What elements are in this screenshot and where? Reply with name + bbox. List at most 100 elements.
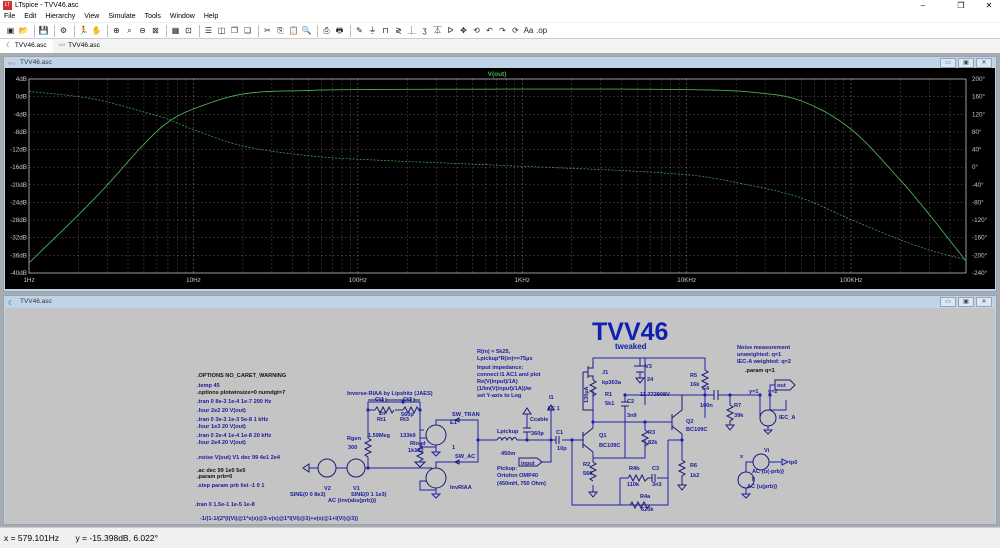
toolbar-separator bbox=[166, 24, 167, 37]
menu-window[interactable]: Window bbox=[170, 11, 195, 22]
spice-directive-icon[interactable]: .op bbox=[536, 25, 547, 37]
zoom-in-icon[interactable]: ⊕ bbox=[111, 25, 122, 37]
label-c3v: 3n3 bbox=[652, 482, 662, 488]
autorange-icon[interactable]: ▦ bbox=[170, 25, 181, 37]
capacitor-icon[interactable]: ⏊ bbox=[406, 25, 417, 37]
component-icon[interactable]: ᐅ bbox=[445, 25, 456, 37]
cut-icon[interactable]: ✂ bbox=[262, 25, 273, 37]
text-icon[interactable]: Aa bbox=[523, 25, 534, 37]
spice-directive[interactable]: .OPTIONS NO_CARET_WARNING bbox=[197, 373, 286, 379]
label-r4bv: 110k bbox=[627, 482, 640, 488]
move-icon[interactable]: ✥ bbox=[458, 25, 469, 37]
label-r1: R1 bbox=[605, 392, 612, 398]
schematic-canvas[interactable]: .OPTIONS NO_CARET_WARNING .temp 45.option… bbox=[5, 308, 995, 524]
plot-maximize-button[interactable]: ▣ bbox=[958, 58, 974, 68]
menu-simulate[interactable]: Simulate bbox=[108, 11, 135, 22]
y2-tick-label: 160° bbox=[972, 93, 986, 101]
trace-label-vout[interactable]: V(out) bbox=[488, 71, 507, 78]
paste-icon[interactable]: 📋 bbox=[288, 25, 299, 37]
cascade-icon[interactable]: ❐ bbox=[229, 25, 240, 37]
document-tabs: ☾ TVV46.asc 〰 TVV46.asc bbox=[0, 39, 1000, 53]
tab-label: TVV46.asc bbox=[14, 42, 47, 49]
halt-icon[interactable]: ✋ bbox=[91, 25, 102, 37]
spice-directive[interactable]: .noise V(out) V1 dec 99 4e1 2e4 bbox=[197, 455, 281, 461]
spice-directive[interactable]: .tran 0 3e-3 1e-3 5e-8 1 kHz bbox=[197, 417, 268, 423]
label-e1g: 1 bbox=[452, 445, 455, 451]
label-rgen: Rgen bbox=[347, 436, 362, 442]
menu-edit[interactable]: Edit bbox=[24, 11, 36, 22]
close-all-icon[interactable]: ❏ bbox=[242, 25, 253, 37]
ground-icon[interactable]: ⏚ bbox=[367, 25, 378, 37]
schematic-maximize-button[interactable]: ▣ bbox=[958, 297, 974, 307]
schematic-close-button[interactable]: ✕ bbox=[976, 297, 992, 307]
spice-directive[interactable]: .tran 0 2e-4 1e-4 1e-8 20 kHz bbox=[197, 433, 272, 439]
y-tick-label: 4dB bbox=[16, 76, 27, 83]
label-ccable: Ccable bbox=[530, 417, 548, 423]
menu-help[interactable]: Help bbox=[204, 11, 218, 22]
schematic-window-titlebar[interactable]: ☾ TVV46.asc ▭ ▣ ✕ bbox=[4, 296, 996, 308]
spice-directive[interactable]: .param prb=0 bbox=[197, 474, 232, 480]
schematic-icon: ☾ bbox=[6, 42, 12, 49]
spice-directive[interactable]: .tran 0 1.5e-1 1e-5 1e-8 bbox=[195, 502, 255, 508]
y-tick-label: -24dB bbox=[10, 199, 27, 206]
zoom-fit-icon[interactable]: ⊠ bbox=[150, 25, 161, 37]
menu-file[interactable]: File bbox=[4, 11, 15, 22]
wire-icon[interactable]: ✎ bbox=[354, 25, 365, 37]
plot-minimize-button[interactable]: ▭ bbox=[940, 58, 956, 68]
save-icon[interactable]: 💾 bbox=[38, 25, 49, 37]
run-icon[interactable]: 🏃 bbox=[78, 25, 89, 37]
y2-tick-label: 120° bbox=[972, 110, 986, 118]
undo-icon[interactable]: ↶ bbox=[484, 25, 495, 37]
menu-tools[interactable]: Tools bbox=[145, 11, 161, 22]
open-icon[interactable]: 📂 bbox=[18, 25, 29, 37]
print-setup-icon[interactable]: ⎙ bbox=[321, 25, 332, 37]
spice-directive[interactable]: .four 2e2 20 V(out) bbox=[197, 408, 246, 414]
label-r3: R3 bbox=[648, 430, 655, 436]
fft-icon[interactable]: ⊡ bbox=[183, 25, 194, 37]
maximize-button[interactable]: ❐ bbox=[950, 0, 972, 11]
new-schematic-icon[interactable]: ▣ bbox=[5, 25, 16, 37]
control-panel-icon[interactable]: ⚙ bbox=[58, 25, 69, 37]
spice-directive[interactable]: .tran 0 8e-3 1e-4 1e-7 200 Hz bbox=[197, 399, 272, 405]
toolbar-separator bbox=[350, 24, 351, 37]
tile-vertical-icon[interactable]: ◫ bbox=[216, 25, 227, 37]
label-net-icon[interactable]: ⊓ bbox=[380, 25, 391, 37]
ltspice-app-icon: LT bbox=[3, 1, 12, 10]
redo-icon[interactable]: ↷ bbox=[497, 25, 508, 37]
diode-icon[interactable]: ⏄ bbox=[432, 25, 443, 37]
label-note3: Input impedance: bbox=[477, 365, 523, 371]
spice-directive[interactable]: .step param prb list -1 0 1 bbox=[197, 483, 264, 489]
pan-icon[interactable]: ⌕ bbox=[124, 25, 135, 37]
print-icon[interactable]: 🖶 bbox=[334, 25, 345, 37]
label-r4av: 620k bbox=[641, 507, 654, 513]
spice-directive[interactable]: .four 1e3 20 V(out) bbox=[197, 424, 246, 430]
close-button[interactable]: ✕ bbox=[978, 0, 1000, 11]
copy-icon[interactable]: ⎘ bbox=[275, 25, 286, 37]
menu-hierarchy[interactable]: Hierarchy bbox=[45, 11, 75, 22]
waveform-plot[interactable]: 4dB 200° 0dB 160° -4dB 120° -8dB 80° -12dB 40° -16… bbox=[5, 68, 995, 289]
tab-1[interactable]: 〰 TVV46.asc bbox=[53, 39, 106, 53]
spice-directive[interactable]: .temp 45 bbox=[197, 383, 220, 389]
tab-0[interactable]: ☾ TVV46.asc bbox=[0, 39, 53, 53]
inductor-icon[interactable]: ʒ bbox=[419, 25, 430, 37]
y2-tick-label: 80° bbox=[972, 128, 982, 136]
menu-view[interactable]: View bbox=[84, 11, 99, 22]
label-r7v: 39k bbox=[734, 413, 744, 419]
schematic-minimize-button[interactable]: ▭ bbox=[940, 297, 956, 307]
drag-icon[interactable]: ⟲ bbox=[471, 25, 482, 37]
resistor-icon[interactable]: ≷ bbox=[393, 25, 404, 37]
y-tick-label: -28dB bbox=[10, 217, 27, 224]
spice-directive[interactable]: .four 2e4 20 V(out) bbox=[197, 440, 246, 446]
spice-directive[interactable]: .options plotwinsize=0 numdgt=7 bbox=[197, 390, 285, 396]
find-icon[interactable]: 🔍 bbox=[301, 25, 312, 37]
minimize-button[interactable]: – bbox=[912, 0, 934, 11]
tile-horizontal-icon[interactable]: ☰ bbox=[203, 25, 214, 37]
zoom-out-icon[interactable]: ⊖ bbox=[137, 25, 148, 37]
rotate-icon[interactable]: ⟳ bbox=[510, 25, 521, 37]
label-note2: Lpickup*R(in)==75µs bbox=[477, 356, 532, 362]
spice-directive[interactable]: -1/(1-1/(2*(I(Vi)@1*v(x)@3-v(x)@1*I(Vi)@… bbox=[200, 516, 358, 522]
y2-tick-label: 40° bbox=[972, 146, 982, 154]
plot-close-button[interactable]: ✕ bbox=[976, 58, 992, 68]
label-lpickupv: 450m bbox=[501, 451, 515, 457]
label-ccablev: 360p bbox=[531, 431, 544, 437]
